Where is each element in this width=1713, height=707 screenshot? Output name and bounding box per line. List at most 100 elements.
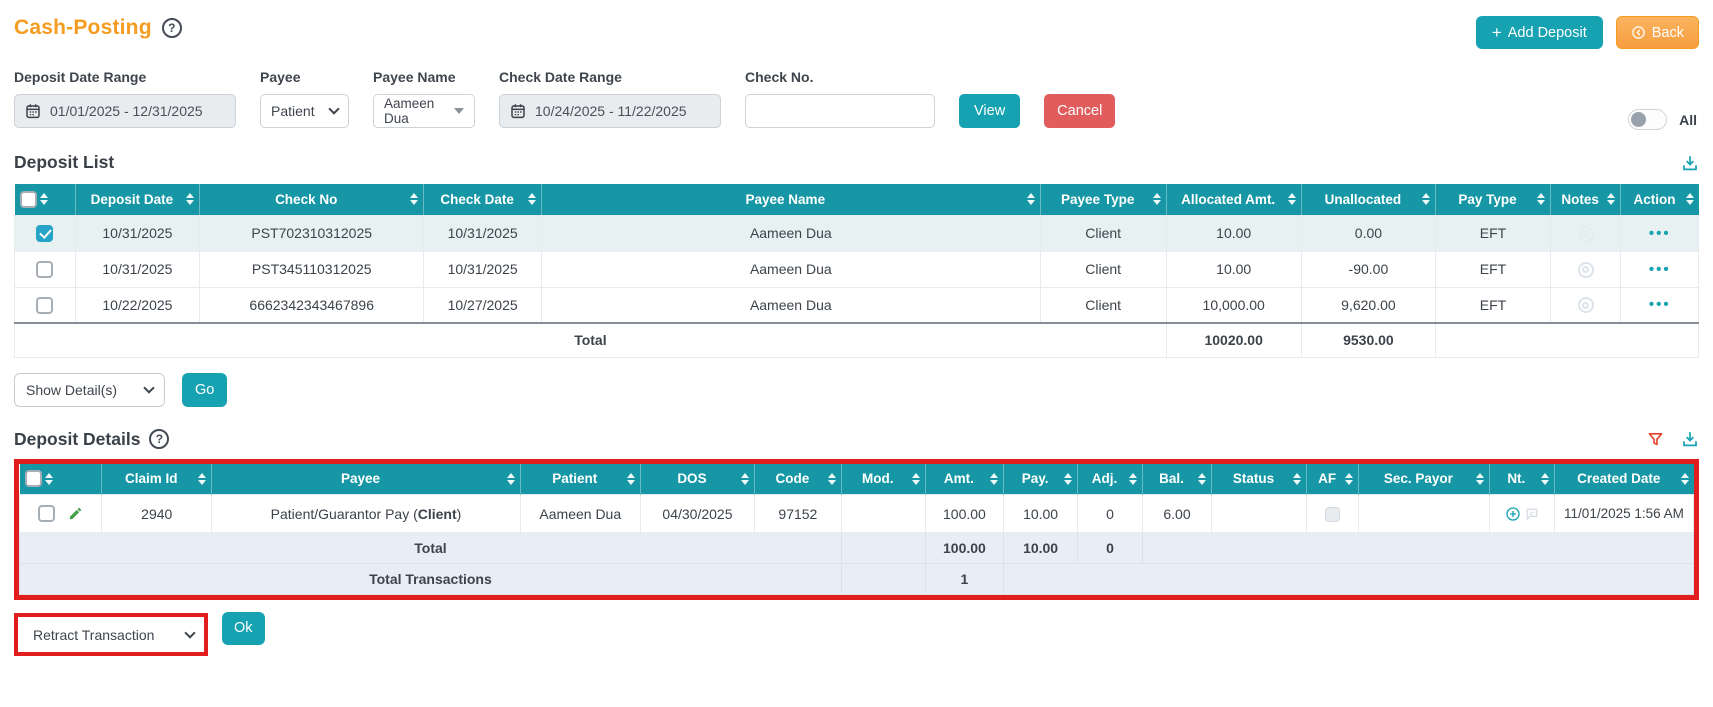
sort-icon[interactable]: [990, 472, 999, 485]
sort-icon[interactable]: [1540, 472, 1549, 485]
col-payee-type[interactable]: Payee Type: [1040, 184, 1167, 215]
col-dos[interactable]: DOS: [640, 463, 755, 495]
col-pay[interactable]: Pay.: [1003, 463, 1078, 495]
col-code[interactable]: Code: [754, 463, 842, 495]
sort-icon[interactable]: [410, 193, 419, 206]
col-check-date[interactable]: Check Date: [423, 184, 543, 215]
sort-icon[interactable]: [1129, 472, 1138, 485]
col-action[interactable]: Action: [1620, 184, 1699, 215]
select-all-header[interactable]: [19, 463, 103, 495]
col-notes[interactable]: Notes: [1550, 184, 1622, 215]
sort-icon[interactable]: [528, 193, 537, 206]
add-deposit-button[interactable]: + Add Deposit: [1475, 16, 1603, 49]
sort-icon[interactable]: [1293, 472, 1302, 485]
sort-icon[interactable]: [1422, 193, 1431, 206]
notes-icon[interactable]: [1577, 297, 1594, 314]
export-download-icon[interactable]: [1681, 430, 1699, 448]
col-bal[interactable]: Bal.: [1142, 463, 1212, 495]
notes-icon[interactable]: [1577, 225, 1594, 242]
col-claim-id[interactable]: Claim Id: [101, 463, 213, 495]
select-all-header[interactable]: [14, 184, 76, 215]
action-menu-icon[interactable]: •••: [1649, 261, 1671, 278]
sort-icon[interactable]: [1475, 472, 1484, 485]
add-note-icon[interactable]: [1505, 506, 1521, 522]
sort-icon[interactable]: [1680, 472, 1689, 485]
col-allocated-amt[interactable]: Allocated Amt.: [1166, 184, 1302, 215]
help-icon[interactable]: ?: [161, 18, 182, 38]
action-menu-icon[interactable]: •••: [1649, 296, 1671, 313]
go-button[interactable]: Go: [182, 372, 228, 407]
edit-pencil-icon[interactable]: [68, 506, 83, 521]
check-no-label: Check No.: [745, 69, 814, 85]
col-amt[interactable]: Amt.: [925, 463, 1005, 495]
payee-select[interactable]: Patient: [260, 94, 349, 128]
sort-icon[interactable]: [740, 472, 749, 485]
sort-icon[interactable]: [506, 472, 515, 485]
total-transactions-label: Total Transactions: [19, 563, 842, 595]
retract-highlight-box: Retract Transaction: [14, 613, 208, 656]
payee-label: Payee: [260, 69, 301, 85]
col-payee[interactable]: Payee: [211, 463, 521, 495]
page-header: Cash-Posting ? + Add Deposit Back: [14, 16, 1699, 49]
col-patient[interactable]: Patient: [520, 463, 642, 495]
ok-button[interactable]: Ok: [222, 611, 265, 645]
show-details-select[interactable]: Show Detail(s): [14, 372, 165, 407]
col-mod[interactable]: Mod.: [841, 463, 926, 495]
row-checkbox[interactable]: [36, 224, 54, 242]
sort-icon[interactable]: [198, 472, 207, 485]
payee-name-select[interactable]: Aameen Dua: [373, 94, 475, 128]
sort-icon[interactable]: [186, 193, 195, 206]
sort-icon[interactable]: [1197, 472, 1206, 485]
sort-icon[interactable]: [1026, 193, 1035, 206]
back-button[interactable]: Back: [1615, 16, 1699, 49]
export-download-icon[interactable]: [1681, 154, 1699, 172]
sort-icon[interactable]: [627, 472, 636, 485]
col-pay-type[interactable]: Pay Type: [1435, 184, 1551, 215]
row-checkbox[interactable]: [37, 505, 55, 522]
toggle-knob: [1631, 112, 1647, 127]
select-all-checkbox[interactable]: [24, 470, 42, 488]
deposit-date-range-input[interactable]: 01/01/2025 - 12/31/2025: [14, 94, 236, 128]
sort-icon[interactable]: [1536, 193, 1545, 206]
check-date-range-input[interactable]: 10/24/2025 - 11/22/2025: [499, 94, 721, 128]
col-adj[interactable]: Adj.: [1077, 463, 1144, 495]
deposit-details-title: Deposit Details: [14, 428, 141, 449]
select-all-checkbox[interactable]: [19, 190, 37, 208]
col-unallocated[interactable]: Unallocated: [1301, 184, 1437, 215]
details-total-transactions-row: Total Transactions 1: [19, 563, 1694, 595]
cancel-button[interactable]: Cancel: [1044, 94, 1116, 128]
deposit-list-title: Deposit List: [14, 152, 115, 172]
col-status[interactable]: Status: [1211, 463, 1308, 495]
sort-icon[interactable]: [39, 193, 48, 206]
notes-icon[interactable]: [1577, 261, 1594, 278]
filter-funnel-icon[interactable]: [1647, 431, 1664, 448]
sort-icon[interactable]: [1345, 472, 1354, 485]
retract-transaction-select[interactable]: Retract Transaction: [20, 619, 202, 650]
sort-icon[interactable]: [1685, 193, 1694, 206]
help-icon[interactable]: ?: [149, 429, 170, 449]
row-checkbox[interactable]: [36, 296, 54, 314]
col-payee-name[interactable]: Payee Name: [541, 184, 1041, 215]
sort-icon[interactable]: [911, 472, 920, 485]
sort-icon[interactable]: [827, 472, 836, 485]
action-menu-icon[interactable]: •••: [1649, 225, 1671, 242]
sort-icon[interactable]: [1607, 193, 1616, 206]
col-nt[interactable]: Nt.: [1489, 463, 1555, 495]
all-toggle[interactable]: [1628, 109, 1668, 130]
col-deposit-date[interactable]: Deposit Date: [75, 184, 201, 215]
deposit-details-highlight-box: Claim Id Payee Patient DOS Code Mod. Amt…: [14, 458, 1699, 600]
row-checkbox[interactable]: [36, 260, 54, 278]
col-af[interactable]: AF: [1306, 463, 1360, 495]
total-label: Total: [19, 532, 842, 564]
check-no-input[interactable]: [745, 94, 935, 128]
col-sec-payor[interactable]: Sec. Payor: [1358, 463, 1490, 495]
sort-icon[interactable]: [44, 472, 53, 485]
details-total-row: Total 100.00 10.00 0: [19, 532, 1694, 564]
col-check-no[interactable]: Check No: [199, 184, 425, 215]
sort-icon[interactable]: [1152, 193, 1161, 206]
sort-icon[interactable]: [1287, 193, 1296, 206]
col-created-date[interactable]: Created Date: [1554, 463, 1694, 495]
view-button[interactable]: View: [959, 94, 1021, 128]
comment-icon[interactable]: [1525, 507, 1539, 521]
sort-icon[interactable]: [1063, 472, 1072, 485]
